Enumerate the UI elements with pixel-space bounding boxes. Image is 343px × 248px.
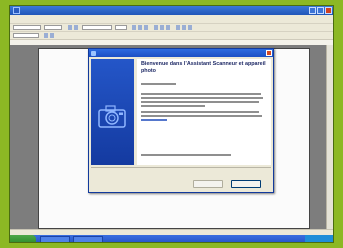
taskbar [10, 235, 333, 242]
italic-button[interactable] [138, 25, 142, 30]
dialog-sidebar [91, 59, 134, 165]
minimize-button[interactable] [309, 7, 316, 14]
taskbar-item[interactable] [40, 236, 70, 242]
align-center-button[interactable] [160, 25, 164, 30]
scanner-wizard-dialog: Bienvenue dans l’Assistant Scanneur et a… [88, 48, 274, 193]
dialog-heading: Bienvenue dans l’Assistant Scanneur et a… [141, 61, 266, 74]
intro-paragraph [141, 93, 265, 109]
font-select[interactable] [82, 25, 112, 30]
next-button[interactable] [231, 180, 261, 188]
zoom-select[interactable] [44, 25, 62, 30]
taskbar-item[interactable] [73, 236, 103, 242]
underline-button[interactable] [144, 25, 148, 30]
align-right-button[interactable] [166, 25, 170, 30]
toolbar-button[interactable] [188, 25, 192, 30]
toolbar-button[interactable] [68, 25, 72, 30]
toolbar-button[interactable] [182, 25, 186, 30]
continue-instruction [141, 154, 265, 158]
bold-button[interactable] [132, 25, 136, 30]
close-button[interactable] [325, 7, 332, 14]
options-paragraph [141, 111, 265, 123]
style-select-2[interactable] [13, 33, 39, 38]
font-size-select[interactable] [115, 25, 127, 30]
vertical-scrollbar[interactable] [326, 45, 333, 229]
wizard-icon [91, 50, 96, 56]
dialog-titlebar [89, 49, 273, 57]
menu-bar [10, 15, 333, 23]
toolbar-button[interactable] [176, 25, 180, 30]
close-icon[interactable] [266, 50, 272, 56]
dialog-footer [91, 167, 271, 192]
start-button[interactable] [10, 235, 36, 242]
style-select[interactable] [13, 25, 41, 30]
back-button[interactable] [193, 180, 223, 188]
word-icon [13, 7, 20, 14]
system-tray [305, 235, 333, 242]
toolbar-button[interactable] [44, 33, 48, 38]
toolbar-button[interactable] [50, 33, 54, 38]
align-left-button[interactable] [154, 25, 158, 30]
word-titlebar [10, 6, 333, 15]
dialog-content: Bienvenue dans l’Assistant Scanneur et a… [137, 59, 271, 165]
maximize-button[interactable] [317, 7, 324, 14]
photo-frame: Bienvenue dans l’Assistant Scanneur et a… [0, 0, 343, 248]
device-name-text [141, 83, 265, 87]
screen: Bienvenue dans l’Assistant Scanneur et a… [9, 5, 334, 243]
toolbar-button[interactable] [74, 25, 78, 30]
camera-icon [98, 105, 126, 128]
